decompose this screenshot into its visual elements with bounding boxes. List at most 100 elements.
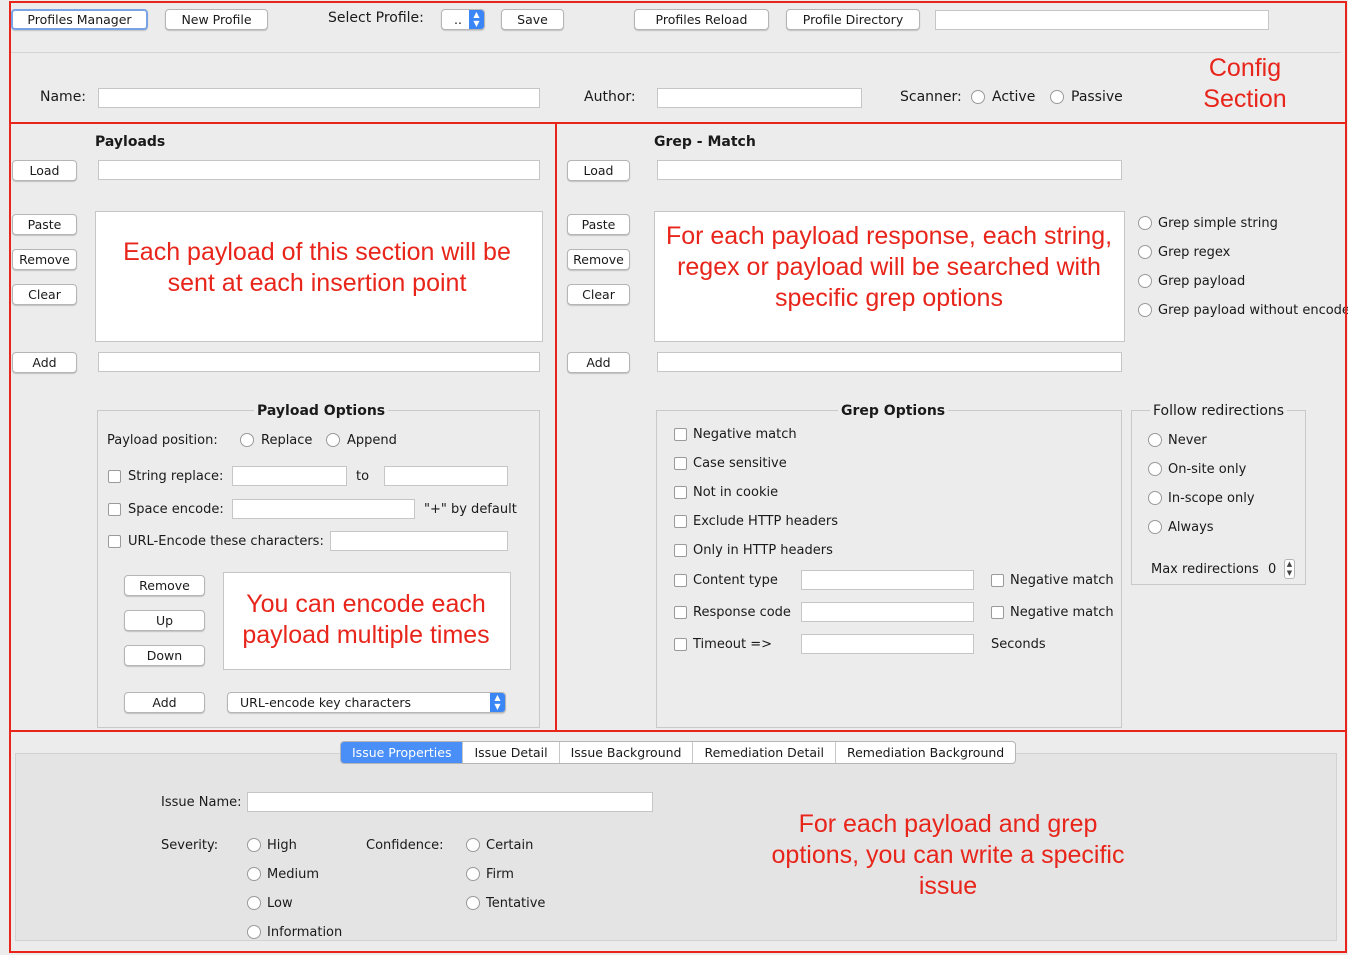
payloads-paste-button[interactable]: Paste <box>12 214 77 235</box>
severity-medium-radio[interactable] <box>247 867 261 881</box>
encoder-annotation: You can encode each payload multiple tim… <box>242 590 490 649</box>
grep-regex-radio[interactable] <box>1138 245 1152 259</box>
scanner-passive-radio[interactable] <box>1050 90 1064 104</box>
max-redirections-value[interactable]: 0 <box>1268 562 1276 577</box>
max-redirections-label: Max redirections <box>1151 562 1259 577</box>
confidence-firm-radio[interactable] <box>466 867 480 881</box>
grep-simple-string-label: Grep simple string <box>1158 216 1278 231</box>
url-encode-checkbox[interactable] <box>108 535 121 548</box>
response-code-negative-checkbox[interactable] <box>991 606 1004 619</box>
timeout-input[interactable] <box>801 634 974 654</box>
exclude-headers-label: Exclude HTTP headers <box>693 514 839 529</box>
content-type-negative-checkbox[interactable] <box>991 574 1004 587</box>
url-encode-label: URL-Encode these characters: <box>128 534 324 549</box>
profiles-reload-button[interactable]: Profiles Reload <box>634 9 769 30</box>
severity-high-radio[interactable] <box>247 838 261 852</box>
grep-payload-noencode-radio[interactable] <box>1138 303 1152 317</box>
position-append-label: Append <box>347 433 397 448</box>
new-profile-button[interactable]: New Profile <box>165 9 268 30</box>
scanner-active-radio[interactable] <box>971 90 985 104</box>
grep-payload-radio[interactable] <box>1138 274 1152 288</box>
name-input[interactable] <box>98 88 540 108</box>
string-replace-checkbox[interactable] <box>108 470 121 483</box>
issue-name-input[interactable] <box>247 792 653 812</box>
toolbar-divider <box>11 52 1341 53</box>
payloads-load-path[interactable] <box>98 160 540 180</box>
tab-remediation-detail[interactable]: Remediation Detail <box>693 742 836 763</box>
only-headers-label: Only in HTTP headers <box>693 543 833 558</box>
negative-match-label: Negative match <box>693 427 797 442</box>
grep-title: Grep - Match <box>654 134 756 150</box>
grep-regex-label: Grep regex <box>1158 245 1231 260</box>
response-code-checkbox[interactable] <box>674 606 687 619</box>
negative-match-checkbox[interactable] <box>674 428 687 441</box>
encoder-remove-button[interactable]: Remove <box>124 575 205 596</box>
only-headers-checkbox[interactable] <box>674 544 687 557</box>
grep-remove-button[interactable]: Remove <box>567 249 630 270</box>
profile-directory-field[interactable] <box>935 10 1269 30</box>
author-input[interactable] <box>657 88 862 108</box>
grep-add-button[interactable]: Add <box>567 352 630 373</box>
encoder-down-button[interactable]: Down <box>124 645 205 666</box>
grep-annotation: For each payload response, each string, … <box>665 222 1113 312</box>
payloads-title: Payloads <box>95 134 166 150</box>
space-encode-label: Space encode: <box>128 502 224 517</box>
string-replace-from-input[interactable] <box>232 466 347 486</box>
grep-load-path[interactable] <box>657 160 1122 180</box>
grep-load-button[interactable]: Load <box>567 160 630 181</box>
grep-payload-noencode-label: Grep payload without encode <box>1158 303 1348 318</box>
tab-issue-properties[interactable]: Issue Properties <box>341 742 464 763</box>
select-profile-label: Select Profile: <box>328 10 424 26</box>
confidence-certain-label: Certain <box>486 838 534 853</box>
redirect-inscope-radio[interactable] <box>1148 491 1162 505</box>
payloads-load-button[interactable]: Load <box>12 160 77 181</box>
max-redirections-stepper-icon[interactable]: ▲ ▼ <box>1284 559 1295 579</box>
exclude-headers-checkbox[interactable] <box>674 515 687 528</box>
grep-clear-button[interactable]: Clear <box>567 284 630 305</box>
confidence-tentative-label: Tentative <box>486 896 546 911</box>
confidence-certain-radio[interactable] <box>466 838 480 852</box>
redirections-title: Follow redirections <box>1150 403 1288 419</box>
select-profile-dropdown[interactable]: .. ▲ ▼ <box>441 9 485 30</box>
redirect-onsite-radio[interactable] <box>1148 462 1162 476</box>
name-label: Name: <box>40 89 87 105</box>
severity-information-radio[interactable] <box>247 925 261 939</box>
payloads-clear-button[interactable]: Clear <box>12 284 77 305</box>
grep-payload-label: Grep payload <box>1158 274 1246 289</box>
response-code-input[interactable] <box>801 602 974 622</box>
grep-paste-button[interactable]: Paste <box>567 214 630 235</box>
scanner-passive-label: Passive <box>1071 89 1123 105</box>
space-encode-input[interactable] <box>232 499 415 519</box>
content-type-input[interactable] <box>801 570 974 590</box>
tab-issue-background[interactable]: Issue Background <box>560 742 694 763</box>
issue-annotation: For each payload and grep options, you c… <box>771 810 1125 900</box>
timeout-checkbox[interactable] <box>674 638 687 651</box>
payloads-remove-button[interactable]: Remove <box>12 249 77 270</box>
not-in-cookie-checkbox[interactable] <box>674 486 687 499</box>
position-append-radio[interactable] <box>326 433 340 447</box>
encoder-add-button[interactable]: Add <box>124 692 205 713</box>
content-type-checkbox[interactable] <box>674 574 687 587</box>
position-replace-radio[interactable] <box>240 433 254 447</box>
profiles-manager-button[interactable]: Profiles Manager <box>11 9 148 30</box>
tab-remediation-background[interactable]: Remediation Background <box>836 742 1015 763</box>
space-encode-checkbox[interactable] <box>108 503 121 516</box>
severity-low-radio[interactable] <box>247 896 261 910</box>
encoder-type-dropdown[interactable]: URL-encode key characters ▲ ▼ <box>227 692 506 713</box>
confidence-tentative-radio[interactable] <box>466 896 480 910</box>
case-sensitive-checkbox[interactable] <box>674 457 687 470</box>
redirect-never-radio[interactable] <box>1148 433 1162 447</box>
grep-add-input[interactable] <box>657 352 1122 372</box>
payloads-add-button[interactable]: Add <box>12 352 77 373</box>
severity-high-label: High <box>267 838 297 853</box>
string-replace-to-input[interactable] <box>384 466 508 486</box>
encoder-up-button[interactable]: Up <box>124 610 205 631</box>
payloads-add-input[interactable] <box>98 352 540 372</box>
grep-simple-string-radio[interactable] <box>1138 216 1152 230</box>
url-encode-chars-input[interactable] <box>330 531 508 551</box>
tab-issue-detail[interactable]: Issue Detail <box>463 742 560 763</box>
redirect-always-radio[interactable] <box>1148 520 1162 534</box>
scanner-label: Scanner: <box>900 89 962 105</box>
save-button[interactable]: Save <box>501 9 564 30</box>
profile-directory-button[interactable]: Profile Directory <box>786 9 920 30</box>
